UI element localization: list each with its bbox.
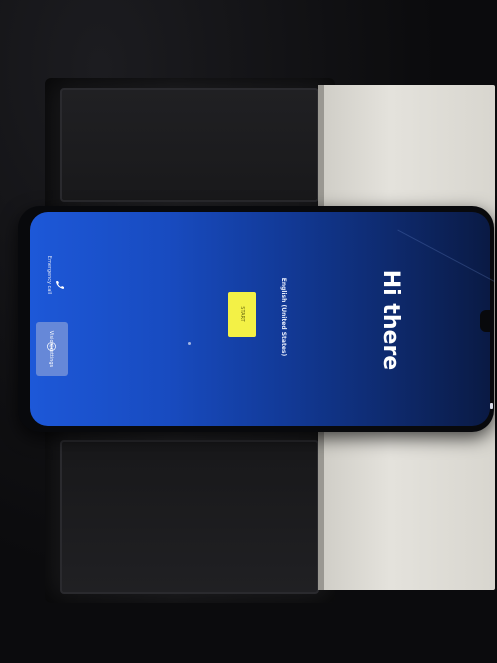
side-button	[490, 403, 493, 409]
screen-dot	[188, 342, 191, 345]
camera-notch	[480, 310, 492, 332]
phone-box-tray-top	[60, 88, 319, 202]
vision-settings-label: Vision settings	[48, 330, 54, 368]
emergency-call-label[interactable]: Emergency call	[44, 240, 54, 310]
greeting-title: Hi there	[378, 269, 403, 371]
start-button-label: START	[239, 306, 245, 322]
language-selector[interactable]: English (United States)	[276, 262, 290, 372]
phone-icon[interactable]	[55, 280, 65, 290]
phone-box-tray-bottom	[60, 440, 319, 594]
